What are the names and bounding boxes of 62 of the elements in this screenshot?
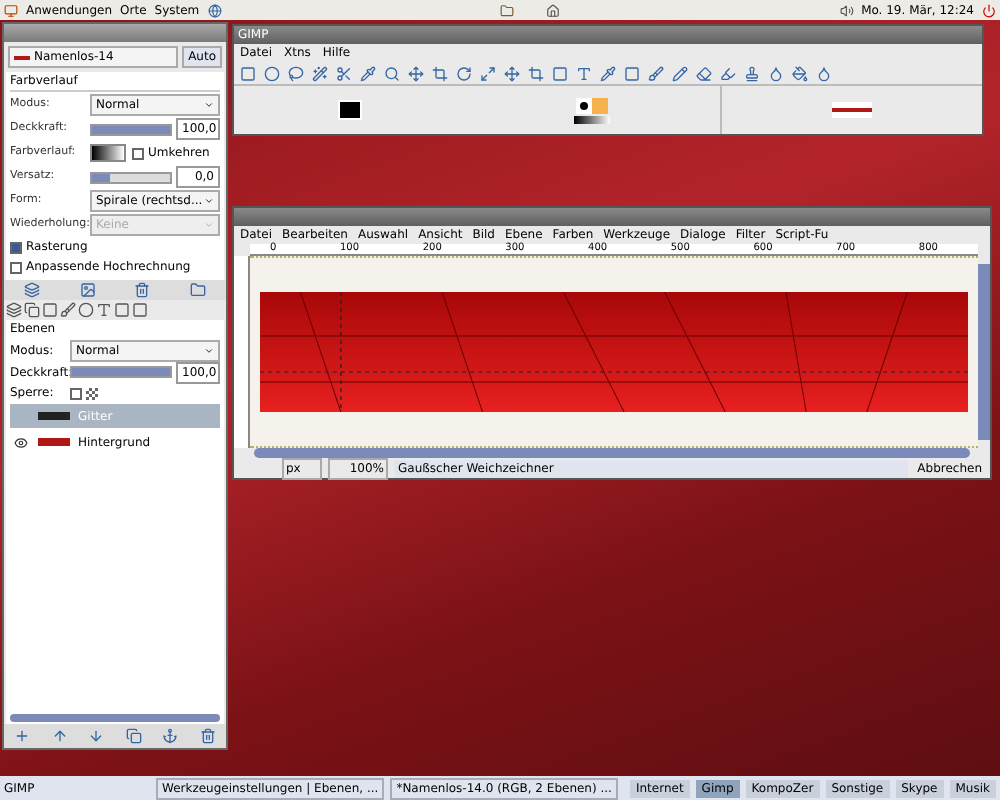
tool-icon[interactable] [720,65,736,81]
dock-tab-icon[interactable] [96,302,112,318]
tool-icon[interactable] [432,65,448,81]
tool-icon[interactable] [672,65,688,81]
brush-preview[interactable] [576,97,592,113]
tool-icon[interactable] [312,65,328,81]
tool-icon[interactable] [576,65,592,81]
gradient-preview[interactable] [90,144,126,162]
scrollbar[interactable] [10,714,220,722]
tool-icon[interactable] [816,65,832,81]
tool-icon[interactable] [624,65,640,81]
layer-action-icon[interactable] [51,728,68,744]
image-thumbnail[interactable] [832,102,872,118]
home-icon[interactable] [546,3,561,17]
tool-icon[interactable] [504,65,520,81]
layer-action-icon[interactable] [125,728,142,744]
layer-action-icon[interactable] [162,728,179,744]
color-swatch[interactable] [337,100,361,120]
dock-tab-icon[interactable] [78,302,94,318]
folder-icon[interactable] [500,3,515,17]
volume-icon[interactable] [839,3,854,17]
pattern-swatch[interactable] [592,97,608,113]
panel-action-icon[interactable] [190,282,207,298]
lock-alpha-icon[interactable] [86,387,98,399]
tool-icon[interactable] [696,65,712,81]
gradient-preview[interactable] [574,115,610,123]
tool-icon[interactable] [600,65,616,81]
power-icon[interactable] [982,3,996,17]
tool-icon[interactable] [768,65,784,81]
layer-action-icon[interactable] [14,728,31,744]
tool-icon[interactable] [480,65,496,81]
tool-icon[interactable] [360,65,376,81]
eye-icon[interactable] [14,435,28,449]
layer-thumbnail [38,438,70,446]
globe-icon[interactable] [207,3,222,17]
panel-action-icon[interactable] [79,282,96,298]
tool-icon[interactable] [552,65,568,81]
tool-icon[interactable] [792,65,808,81]
panel-action-icon[interactable] [134,282,151,298]
tool-icon[interactable] [528,65,544,81]
tool-icon[interactable] [744,65,760,81]
dock-tab-icon[interactable] [60,302,76,318]
tool-icon[interactable] [288,65,304,81]
lock-checkbox[interactable] [70,387,82,399]
vertical-scrollbar[interactable] [978,264,990,440]
dock-tab-icon[interactable] [42,302,58,318]
tool-icon[interactable] [456,65,472,81]
horizontal-scrollbar[interactable] [254,448,970,458]
tool-icon[interactable] [384,65,400,81]
checkbox[interactable] [10,241,22,253]
slider-track[interactable] [90,171,172,183]
tool-icon[interactable] [408,65,424,81]
layer-thumbnail [38,412,70,420]
tool-icon[interactable] [648,65,664,81]
checkbox[interactable] [10,261,22,273]
tool-icon[interactable] [336,65,352,81]
dock-tab-icon[interactable] [6,302,22,318]
dock-tab-icon[interactable] [24,302,40,318]
layer-action-icon[interactable] [88,728,105,744]
panel-action-icon[interactable] [23,282,40,298]
layer-action-icon[interactable] [199,728,216,744]
checkbox[interactable] [132,147,144,159]
